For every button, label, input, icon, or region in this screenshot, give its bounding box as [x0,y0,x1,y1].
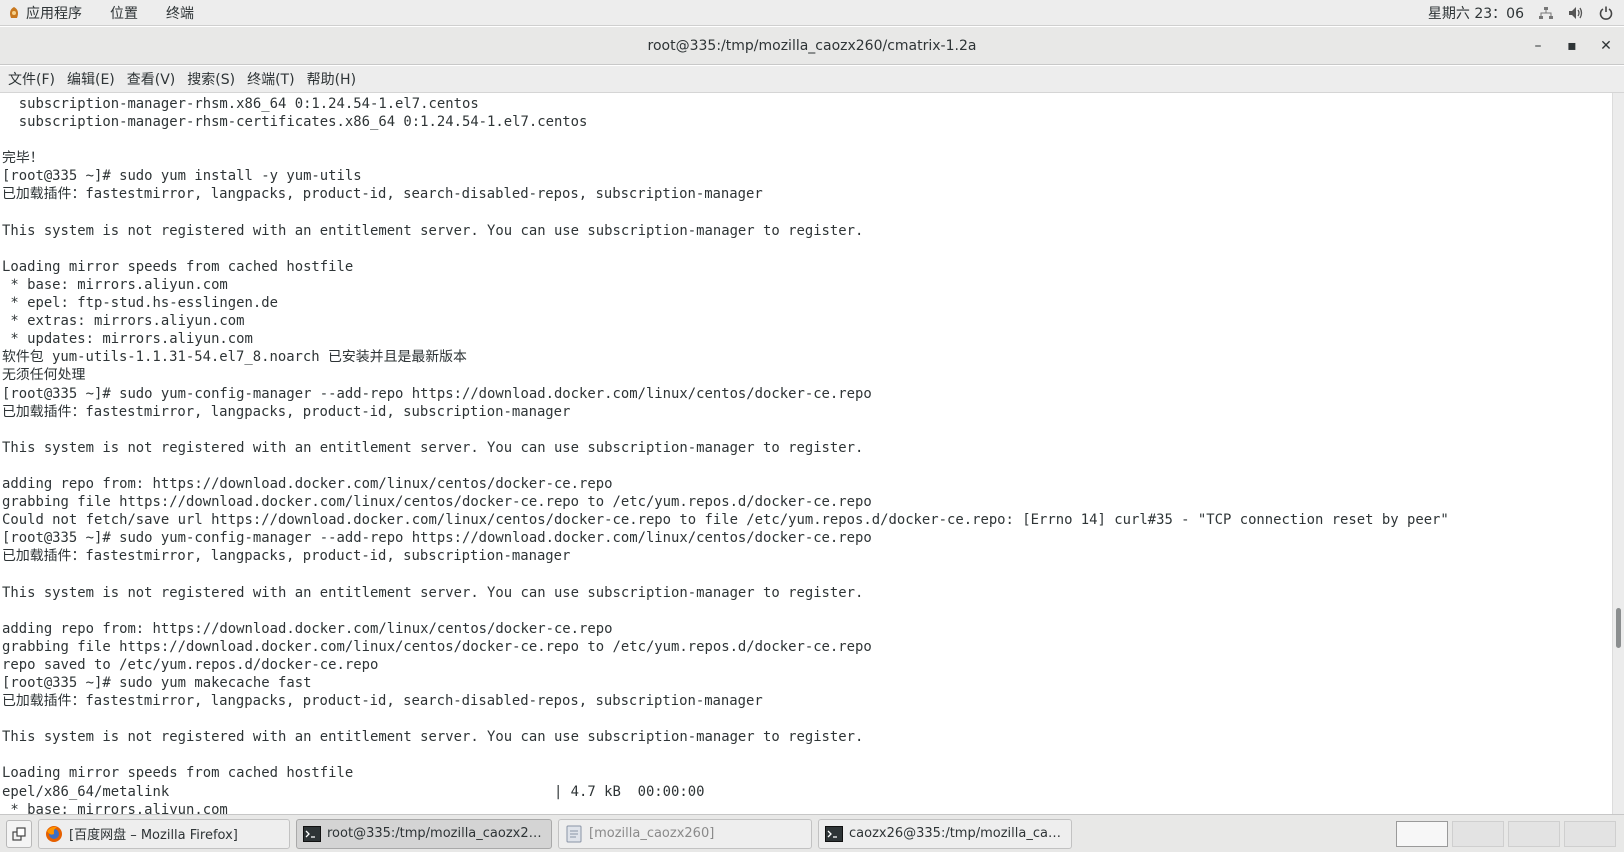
terminal-line: adding repo from: https://download.docke… [2,475,613,492]
maximize-button[interactable]: ▪ [1562,36,1582,56]
scrollbar-thumb[interactable] [1616,608,1621,648]
terminal-menubar: 文件(F) 编辑(E) 查看(V) 搜索(S) 终端(T) 帮助(H) [0,66,1624,93]
terminal-line: * updates: mirrors.aliyun.com [2,331,253,348]
terminal-line: This system is not registered with an en… [2,729,864,746]
top-panel: 应用程序 位置 终端 星期六 23：06 [0,0,1624,26]
terminal-line: This system is not registered with an en… [2,222,864,239]
terminal-app-label: 终端 [166,5,194,22]
firefox-icon [45,825,63,843]
terminal-line: grabbing file https://download.docker.co… [2,638,872,655]
applications-label: 应用程序 [26,5,82,22]
task-label: [mozilla_caozx260] [589,826,715,841]
terminal-line: [root@335 ~]# sudo yum install -y yum-ut… [2,168,362,185]
terminal-line: Loading mirror speeds from cached hostfi… [2,258,354,275]
task-firefox[interactable]: [百度网盘 – Mozilla Firefox] [38,818,290,849]
terminal-lines: subscription-manager-rhsm.x86_64 0:1.24.… [0,93,1612,814]
terminal-line: subscription-manager-rhsm-certificates.x… [2,114,588,131]
terminal-scrollbar[interactable] [1612,93,1624,814]
applications-menu[interactable]: 应用程序 [0,0,100,26]
applications-icon [6,5,22,21]
task-label: [百度网盘 – Mozilla Firefox] [69,828,238,843]
task-label: root@335:/tmp/mozilla_caozx260/… [327,826,545,841]
terminal-line: This system is not registered with an en… [2,439,864,456]
network-icon[interactable] [1538,5,1554,21]
menu-terminal[interactable]: 终端(T) [241,66,300,93]
terminal-output[interactable]: subscription-manager-rhsm.x86_64 0:1.24.… [0,93,1612,814]
workspace-1[interactable] [1396,821,1448,847]
menu-search[interactable]: 搜索(S) [181,66,241,93]
terminal-line: [root@335 ~]# sudo yum-config-manager --… [2,530,872,547]
clock[interactable]: 星期六 23：06 [1428,3,1524,23]
workspace-2[interactable] [1452,821,1504,847]
task-terminal-caozx26[interactable]: caozx26@335:/tmp/mozilla_caozx… [818,818,1072,849]
task-label: caozx26@335:/tmp/mozilla_caozx… [849,826,1065,841]
workspace-switcher [1396,821,1616,847]
window-title: root@335:/tmp/mozilla_caozx260/cmatrix-1… [647,37,977,54]
terminal-app-menu[interactable]: 终端 [156,0,212,26]
terminal-line: 已加载插件：fastestmirror, langpacks, product-… [2,186,763,203]
terminal-line: * epel: ftp-stud.hs-esslingen.de [2,295,278,312]
terminal-line: 已加载插件：fastestmirror, langpacks, product-… [2,693,763,710]
show-desktop-button[interactable] [6,819,32,848]
terminal-line: [root@335 ~]# sudo yum makecache fast [2,675,312,691]
file-manager-icon [565,825,583,843]
task-terminal-root[interactable]: root@335:/tmp/mozilla_caozx260/… [296,818,552,849]
places-menu[interactable]: 位置 [100,0,156,26]
terminal-line: Loading mirror speeds from cached hostfi… [2,765,354,782]
terminal-line: * base: mirrors.aliyun.com [2,801,228,814]
terminal-line: 已加载插件：fastestmirror, langpacks, product-… [2,403,571,420]
menu-view[interactable]: 查看(V) [121,66,182,93]
workspace-4[interactable] [1564,821,1616,847]
terminal-line: adding repo from: https://download.docke… [2,620,613,637]
terminal-line: 软件包 yum-utils-1.1.31-54.el7_8.noarch 已安装… [2,349,467,366]
power-icon[interactable] [1598,5,1614,21]
terminal-line: Could not fetch/save url https://downloa… [2,512,1449,529]
terminal-line: subscription-manager-rhsm.x86_64 0:1.24.… [2,96,479,112]
menu-help[interactable]: 帮助(H) [301,66,362,93]
terminal-line: 完毕！ [2,150,44,167]
terminal-line: 已加载插件：fastestmirror, langpacks, product-… [2,548,571,565]
terminal-line: * extras: mirrors.aliyun.com [2,313,245,330]
close-button[interactable]: ✕ [1596,36,1616,56]
window-list-bar: [百度网盘 – Mozilla Firefox] root@335:/tmp/m… [0,814,1624,852]
minimize-button[interactable]: – [1528,36,1548,56]
terminal-line: This system is not registered with an en… [2,584,864,601]
menu-file[interactable]: 文件(F) [2,66,61,93]
terminal-line: [root@335 ~]# sudo yum-config-manager --… [2,385,872,402]
places-label: 位置 [110,5,138,22]
volume-icon[interactable] [1568,5,1584,21]
terminal-icon [825,825,843,843]
terminal-line: * base: mirrors.aliyun.com [2,276,228,293]
terminal-line: epel/x86_64/metalink | 4.7 kB 00:00:00 [2,783,705,800]
terminal-icon [303,825,321,843]
workspace-3[interactable] [1508,821,1560,847]
terminal-line: 无须任何处理 [2,367,86,384]
terminal-line: repo saved to /etc/yum.repos.d/docker-ce… [2,656,379,673]
menu-edit[interactable]: 编辑(E) [61,66,121,93]
task-file-manager[interactable]: [mozilla_caozx260] [558,818,812,849]
terminal-line: grabbing file https://download.docker.co… [2,494,872,511]
window-titlebar[interactable]: root@335:/tmp/mozilla_caozx260/cmatrix-1… [0,27,1624,65]
